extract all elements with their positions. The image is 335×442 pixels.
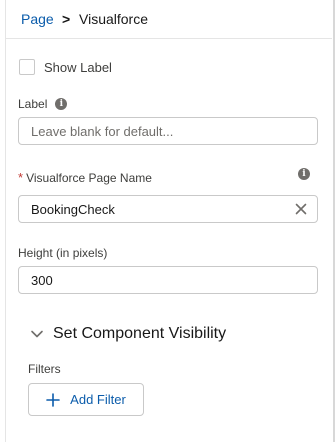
- label-input[interactable]: Leave blank for default...: [18, 117, 318, 145]
- page-name-field-label: * Visualforce Page Name: [18, 170, 152, 185]
- show-label-text: Show Label: [44, 59, 112, 75]
- height-input[interactable]: 300: [18, 266, 318, 294]
- page-name-input[interactable]: BookingCheck: [18, 195, 318, 223]
- height-value: 300: [31, 272, 53, 288]
- page-name-label-text: Visualforce Page Name: [26, 170, 152, 185]
- visibility-section-toggle[interactable]: Set Component Visibility: [30, 325, 226, 343]
- label-field-label-text: Label: [18, 97, 48, 111]
- breadcrumb-separator: >: [62, 11, 71, 27]
- clear-icon[interactable]: [293, 201, 309, 217]
- info-icon[interactable]: i: [55, 98, 68, 110]
- breadcrumb-page-link[interactable]: Page: [21, 11, 54, 27]
- add-filter-button[interactable]: Add Filter: [28, 383, 144, 416]
- required-marker: *: [18, 170, 24, 185]
- properties-panel: Page > Visualforce Show Label Label i Le…: [5, 0, 334, 442]
- plus-icon: [46, 392, 60, 407]
- height-field-label: Height (in pixels): [18, 246, 107, 260]
- show-label-checkbox[interactable]: [19, 59, 35, 75]
- visibility-section-title: Set Component Visibility: [53, 325, 227, 342]
- breadcrumb-current: Visualforce: [79, 11, 149, 27]
- filters-label: Filters: [28, 362, 61, 376]
- add-filter-label: Add Filter: [70, 392, 126, 407]
- height-label-text: Height (in pixels): [18, 246, 108, 260]
- page-name-value: BookingCheck: [31, 201, 115, 217]
- chevron-down-icon: [31, 330, 43, 338]
- label-input-placeholder: Leave blank for default...: [31, 123, 174, 139]
- show-label-row[interactable]: Show Label: [19, 57, 112, 77]
- panel-header: Page > Visualforce: [6, 0, 332, 39]
- label-field-label: Label i: [18, 97, 68, 111]
- page-name-info-icon[interactable]: i: [298, 168, 310, 180]
